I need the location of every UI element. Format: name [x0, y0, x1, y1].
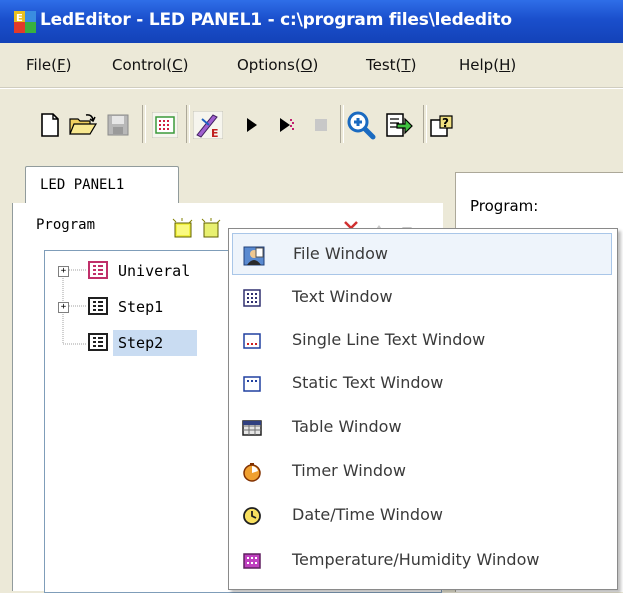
menu-item-timer-window[interactable]: Timer Window	[232, 451, 612, 493]
properties-program-label: Program:	[470, 197, 539, 215]
step-node-icon	[88, 333, 108, 351]
toolbar-separator	[142, 105, 146, 143]
tree-item-univeral[interactable]: Univeral	[118, 262, 190, 280]
new-file-icon[interactable]	[35, 108, 65, 142]
menu-item-label: Temperature/Humidity Window	[292, 550, 540, 569]
expand-icon[interactable]: +	[58, 266, 69, 277]
menu-item-file-window[interactable]: File Window	[232, 233, 612, 275]
program-node-icon	[88, 261, 108, 279]
file-window-icon	[243, 245, 265, 266]
app-icon: E	[14, 11, 36, 33]
menu-help[interactable]: Help(H)	[459, 56, 516, 74]
svg-text:?: ?	[442, 116, 449, 130]
menu-item-single-line-text-window[interactable]: Single Line Text Window	[232, 320, 612, 362]
new-program-icon[interactable]	[172, 218, 194, 240]
toolbar-separator	[423, 105, 427, 143]
menu-item-date-time-window[interactable]: Date/Time Window	[232, 495, 612, 537]
svg-text:E: E	[211, 127, 219, 139]
menu-item-label: Date/Time Window	[292, 505, 443, 524]
tree-item-step1[interactable]: Step1	[118, 298, 163, 316]
menu-item-label: File Window	[293, 244, 388, 263]
svg-text:E: E	[16, 13, 23, 24]
screen-icon[interactable]	[150, 108, 180, 142]
menu-file[interactable]: File(F)	[26, 56, 71, 74]
save-icon[interactable]	[103, 108, 133, 142]
tab-label: LED PANEL1	[40, 177, 125, 193]
export-icon[interactable]	[384, 108, 414, 142]
clock-icon	[242, 506, 262, 526]
new-window-icon[interactable]	[200, 218, 222, 240]
temperature-humidity-icon	[242, 551, 262, 571]
timer-window-icon	[242, 462, 262, 482]
expand-icon[interactable]: +	[58, 302, 69, 313]
open-folder-icon[interactable]	[68, 108, 98, 142]
menu-item-label: Timer Window	[292, 461, 406, 480]
menu-item-label: Single Line Text Window	[292, 330, 486, 349]
tab-led-panel1[interactable]: LED PANEL1	[25, 166, 179, 205]
zoom-icon[interactable]	[346, 108, 376, 142]
window-title: LedEditor - LED PANEL1 - c:\program file…	[40, 10, 512, 30]
menu-item-label: Static Text Window	[292, 373, 444, 392]
step-node-icon	[88, 297, 108, 315]
edit-icon[interactable]: E	[193, 108, 223, 142]
single-line-text-icon	[242, 331, 262, 351]
toolbar-separator	[340, 105, 344, 143]
play-icon[interactable]	[236, 108, 266, 142]
step-icon[interactable]	[271, 108, 301, 142]
static-text-icon	[242, 374, 262, 394]
tree-item-step2[interactable]: Step2	[118, 334, 163, 352]
menu-item-table-window[interactable]: Table Window	[232, 407, 612, 449]
menu-item-label: Table Window	[292, 417, 402, 436]
text-window-icon	[242, 288, 262, 308]
stop-icon[interactable]	[306, 108, 336, 142]
toolbar-separator	[186, 105, 190, 143]
menu-options[interactable]: Options(O)	[237, 56, 318, 74]
menu-test[interactable]: Test(T)	[366, 56, 416, 74]
menu-item-text-window[interactable]: Text Window	[232, 277, 612, 319]
menu-item-label: Text Window	[292, 287, 393, 306]
table-window-icon	[242, 418, 262, 438]
menu-control[interactable]: Control(C)	[112, 56, 188, 74]
menu-item-static-text-window[interactable]: Static Text Window	[232, 363, 612, 405]
program-label: Program	[36, 217, 96, 233]
menu-item-temperature-humidity-window[interactable]: Temperature/Humidity Window	[232, 540, 612, 582]
help-icon[interactable]: ?	[428, 108, 458, 142]
